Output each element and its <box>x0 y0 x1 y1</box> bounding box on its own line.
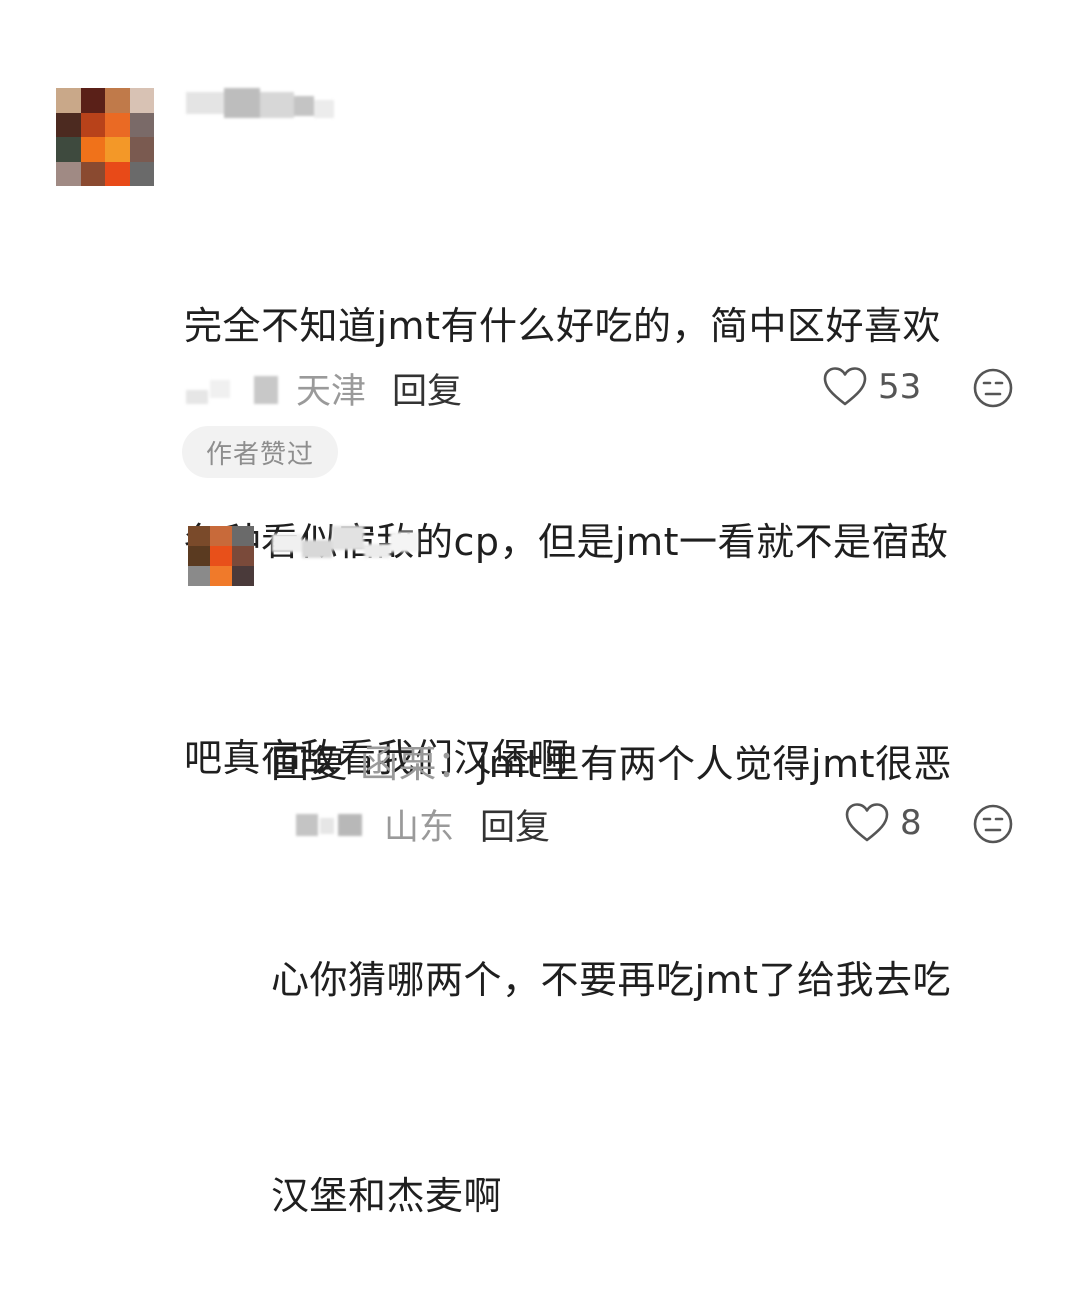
avatar-pixel <box>80 161 105 186</box>
avatar-pixel <box>105 112 130 137</box>
like-button[interactable]: 8 <box>844 802 922 844</box>
like-count: 53 <box>878 367 922 407</box>
meta-redacted <box>186 372 286 408</box>
avatar-pixel <box>232 566 254 586</box>
author-liked-badge: 作者赞过 <box>182 426 338 478</box>
avatar-pixel <box>129 112 154 137</box>
avatar-pixel <box>232 526 254 546</box>
avatar-pixel <box>105 137 130 162</box>
reply-button[interactable]: 回复 <box>480 799 550 850</box>
reaction-button[interactable] <box>972 367 1014 413</box>
comment-line: 心你猜哪两个，不要再吃jmt了给我去吃 <box>271 958 951 1002</box>
avatar-pixel <box>188 526 210 546</box>
avatar[interactable] <box>188 526 254 586</box>
username-redacted[interactable] <box>186 88 346 128</box>
comment-meta: 天津 回复 <box>296 366 462 412</box>
username-redacted[interactable] <box>272 524 432 564</box>
neutral-face-icon <box>972 804 1014 849</box>
avatar-pixel <box>129 137 154 162</box>
avatar-pixel <box>56 88 81 113</box>
location-label: 山东 <box>384 807 455 848</box>
like-button[interactable]: 53 <box>822 366 921 408</box>
heart-outline-icon <box>822 366 868 408</box>
avatar-pixel <box>56 112 81 137</box>
comment-line: 完全不知道jmt有什么好吃的，简中区好喜欢 <box>184 304 941 348</box>
avatar-pixel <box>210 526 232 546</box>
reply-line-text: jmt里有两个人觉得jmt很恶 <box>477 742 952 786</box>
avatar-pixel <box>188 546 210 566</box>
avatar-pixel <box>56 137 81 162</box>
avatar-pixel <box>210 546 232 566</box>
avatar-pixel <box>129 88 154 113</box>
reply-prefix: 回复 <box>271 742 349 786</box>
comment-line: 汉堡和杰麦啊 <box>271 1174 503 1218</box>
reply-text: 回复 函栗：jmt里有两个人觉得jmt很恶 心你猜哪两个，不要再吃jmt了给我去吃… <box>271 584 952 1304</box>
neutral-face-icon <box>972 368 1014 413</box>
avatar-pixel <box>80 88 105 113</box>
reply-target-user[interactable]: 函栗： <box>360 742 476 786</box>
heart-outline-icon <box>844 802 890 844</box>
avatar[interactable] <box>56 88 154 186</box>
location-label: 天津 <box>296 371 367 412</box>
comment-line: 回复 函栗：jmt里有两个人觉得jmt很恶 <box>271 728 952 800</box>
reply-button[interactable]: 回复 <box>392 363 462 414</box>
avatar-pixel <box>232 546 254 566</box>
avatar-pixel <box>105 161 130 186</box>
like-count: 8 <box>900 803 922 843</box>
avatar-pixel <box>129 161 154 186</box>
avatar-pixel <box>80 112 105 137</box>
comment-meta: 山东 回复 <box>384 802 550 848</box>
avatar-pixel <box>105 88 130 113</box>
reaction-button[interactable] <box>972 803 1014 849</box>
avatar-pixel <box>210 566 232 586</box>
meta-redacted <box>296 808 372 842</box>
avatar-pixel <box>56 161 81 186</box>
avatar-pixel <box>80 137 105 162</box>
avatar-pixel <box>188 566 210 586</box>
